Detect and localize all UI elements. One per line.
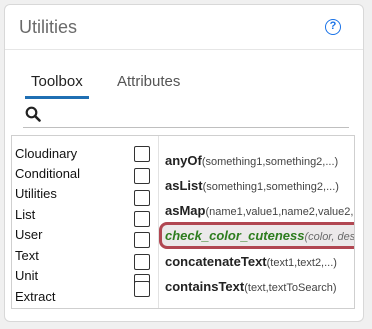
- search-input[interactable]: [47, 103, 347, 127]
- block-name: containsText: [165, 279, 245, 294]
- help-icon[interactable]: ?: [325, 19, 341, 35]
- block-args: (text1,text2,...): [266, 257, 337, 269]
- block-args: (text,textToSearch): [244, 282, 337, 294]
- category-item-user[interactable]: User: [12, 225, 158, 248]
- block-anyof[interactable]: anyOf(something1,something2,...): [165, 153, 338, 168]
- block-args: (name1,value1,name2,value2,...): [205, 206, 355, 218]
- block-name: concatenateText: [165, 254, 267, 269]
- block-args: (something1,something2,...): [202, 181, 339, 193]
- category-item-list[interactable]: List: [12, 205, 158, 227]
- tab-toolbox[interactable]: Toolbox: [25, 73, 89, 99]
- category-item-utilities[interactable]: Utilities: [12, 184, 158, 206]
- category-label: Text: [15, 248, 39, 263]
- block-name: asMap: [165, 203, 206, 218]
- category-label: List: [15, 207, 36, 222]
- category-item-text[interactable]: Text: [12, 246, 158, 270]
- block-args: (something1,something2,...): [201, 156, 339, 168]
- search-icon: [25, 106, 41, 122]
- category-checkbox[interactable]: [134, 146, 150, 162]
- category-item-cloudinary[interactable]: Cloudinary: [12, 144, 158, 164]
- block-concatenatetext[interactable]: concatenateText(text1,text2,...): [165, 254, 337, 269]
- category-item-extract[interactable]: Extract: [12, 281, 158, 307]
- category-label: User: [15, 227, 43, 242]
- panel-title: Utilities: [19, 17, 78, 37]
- category-label: Conditional: [15, 166, 81, 181]
- block-containstext[interactable]: containsText(text,textToSearch): [165, 279, 337, 294]
- block-check-color-cuteness[interactable]: check_color_cuteness(color, desc): [159, 222, 355, 249]
- utilities-panel: Utilities ? Toolbox Attributes Cloudinar…: [4, 4, 364, 322]
- block-list: anyOf(something1,something2,...) asList(…: [158, 136, 354, 308]
- category-label: Cloudinary: [15, 146, 78, 161]
- category-checkbox[interactable]: [134, 190, 150, 206]
- category-label: Unit: [15, 268, 39, 283]
- block-args: (color, desc): [304, 231, 355, 243]
- search-bar: [23, 103, 349, 128]
- category-label: Extract: [15, 289, 56, 304]
- block-name: anyOf: [165, 153, 202, 168]
- tab-bar: Toolbox Attributes: [19, 73, 347, 101]
- category-list: Cloudinary Conditional Utilities List Us…: [12, 136, 158, 308]
- category-item-conditional[interactable]: Conditional: [12, 164, 158, 184]
- category-checkbox[interactable]: [134, 168, 150, 184]
- tab-attributes[interactable]: Attributes: [111, 73, 186, 96]
- category-checkbox[interactable]: [134, 281, 150, 297]
- block-aslist[interactable]: asList(something1,something2,...): [165, 178, 339, 193]
- block-name: check_color_cuteness: [165, 228, 305, 243]
- category-label: Utilities: [15, 186, 57, 201]
- panel-header: Utilities ?: [5, 5, 363, 50]
- block-name: asList: [165, 178, 203, 193]
- block-asmap[interactable]: asMap(name1,value1,name2,value2,...): [165, 203, 355, 218]
- toolbox-area: Cloudinary Conditional Utilities List Us…: [11, 135, 355, 309]
